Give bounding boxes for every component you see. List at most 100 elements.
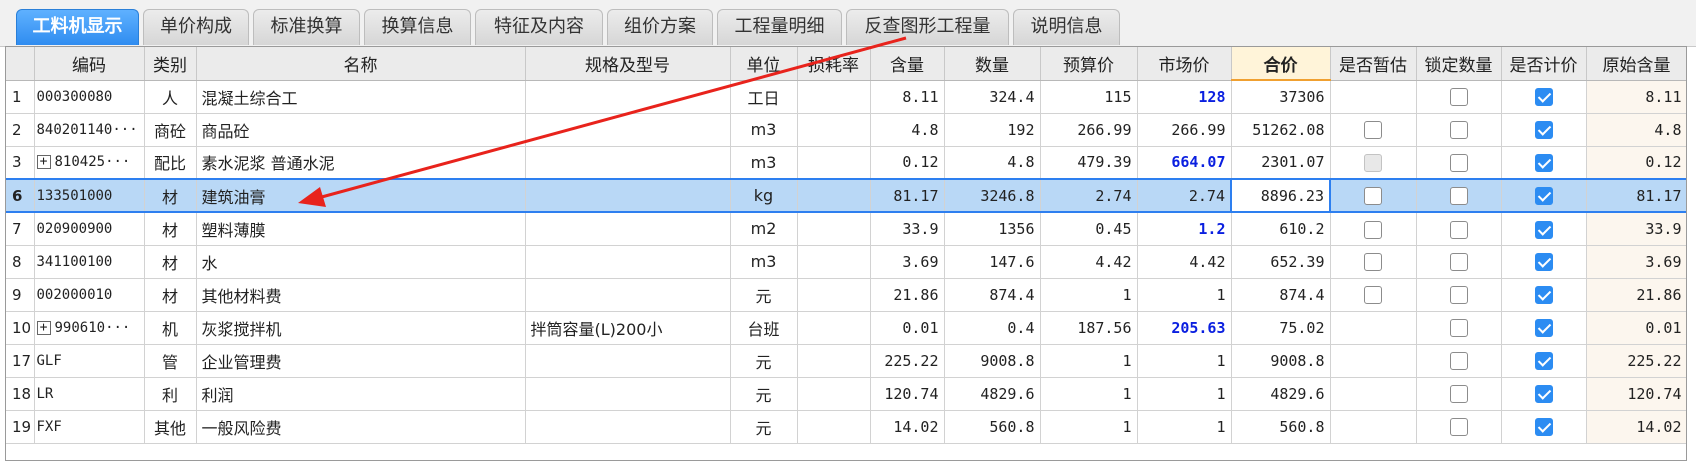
cell-qty[interactable]: 192 xyxy=(944,113,1041,147)
cell-loss[interactable] xyxy=(797,344,871,378)
cell-lock-qty[interactable] xyxy=(1416,377,1502,411)
cell-priced[interactable] xyxy=(1501,80,1587,114)
cell-content[interactable]: 225.22 xyxy=(870,344,945,378)
cell-rownum[interactable]: 19 xyxy=(6,410,35,444)
cell-category[interactable]: 材 xyxy=(144,212,197,246)
cell-content[interactable]: 4.8 xyxy=(870,113,945,147)
cell-orig-content[interactable]: 8.11 xyxy=(1586,80,1686,114)
col-header-market-price[interactable]: 市场价 xyxy=(1137,47,1232,81)
cell-lock-qty[interactable] xyxy=(1416,146,1502,180)
cell-rownum[interactable]: 10 xyxy=(6,311,35,345)
cell-unit[interactable]: m3 xyxy=(730,245,798,279)
lock-qty-checkbox[interactable] xyxy=(1449,88,1468,107)
cell-lock-qty[interactable] xyxy=(1416,212,1502,246)
cell-orig-content[interactable]: 120.74 xyxy=(1586,377,1686,411)
cell-loss[interactable] xyxy=(797,377,871,411)
cell-provisional[interactable] xyxy=(1330,146,1417,180)
cell-priced[interactable] xyxy=(1501,278,1587,312)
col-header-content[interactable]: 含量 xyxy=(870,47,945,81)
cell-content[interactable]: 3.69 xyxy=(870,245,945,279)
cell-qty[interactable]: 1356 xyxy=(944,212,1041,246)
cell-market-price[interactable]: 1 xyxy=(1137,344,1232,378)
cell-content[interactable]: 120.74 xyxy=(870,377,945,411)
cell-qty[interactable]: 324.4 xyxy=(944,80,1041,114)
cell-rownum[interactable]: 2 xyxy=(6,113,35,147)
table-row[interactable]: 2 840201140··· 商砼 商品砼 m3 4.8 192 266.99 266.99 51… xyxy=(6,113,1686,147)
col-header-unit[interactable]: 单位 xyxy=(730,47,798,81)
cell-unit[interactable]: 元 xyxy=(730,344,798,378)
cell-market-price[interactable]: 4.42 xyxy=(1137,245,1232,279)
cell-market-price[interactable]: 1 xyxy=(1137,377,1232,411)
cell-qty[interactable]: 0.4 xyxy=(944,311,1041,345)
cell-provisional[interactable] xyxy=(1330,178,1417,213)
col-header-spec[interactable]: 规格及型号 xyxy=(525,47,731,81)
cell-loss[interactable] xyxy=(797,178,871,213)
cell-unit[interactable]: m3 xyxy=(730,146,798,180)
cell-total[interactable]: 2301.07 xyxy=(1231,146,1331,180)
cell-loss[interactable] xyxy=(797,146,871,180)
cell-code[interactable]: +810425··· xyxy=(34,146,145,180)
tab-quantity-detail[interactable]: 工程量明细 xyxy=(717,9,842,45)
cell-total[interactable]: 75.02 xyxy=(1231,311,1331,345)
provisional-checkbox[interactable] xyxy=(1364,121,1382,140)
cell-spec[interactable] xyxy=(525,278,731,312)
cell-category[interactable]: 利 xyxy=(144,377,197,411)
table-row[interactable]: 7 020900900 材塑料薄膜 m2 33.9 1356 0.45 1.2 610.2 33.… xyxy=(6,212,1686,246)
col-header-lock-qty[interactable]: 锁定数量 xyxy=(1416,47,1502,81)
cell-unit[interactable]: kg xyxy=(730,178,798,213)
col-header-budget-price[interactable]: 预算价 xyxy=(1040,47,1138,81)
cell-total[interactable]: 4829.6 xyxy=(1231,377,1331,411)
cell-loss[interactable] xyxy=(797,113,871,147)
table-row[interactable]: 8 341100100 材水 m3 3.69 147.6 4.42 4.42 652.39 3.6… xyxy=(6,245,1686,279)
lock-qty-checkbox[interactable] xyxy=(1449,154,1468,172)
cell-market-price[interactable]: 266.99 xyxy=(1137,113,1232,147)
cell-category[interactable]: 材 xyxy=(144,178,197,213)
cell-provisional[interactable] xyxy=(1330,113,1417,147)
provisional-checkbox[interactable] xyxy=(1364,253,1382,272)
cell-category[interactable]: 材 xyxy=(144,278,197,312)
lock-qty-checkbox[interactable] xyxy=(1449,286,1468,305)
cell-market-price[interactable]: 1 xyxy=(1137,410,1232,444)
cell-rownum[interactable]: 18 xyxy=(6,377,35,411)
cell-content[interactable]: 33.9 xyxy=(870,212,945,246)
tab-material-display[interactable]: 工料机显示 xyxy=(16,9,139,45)
cell-rownum[interactable]: 9 xyxy=(6,278,35,312)
cell-market-price[interactable]: 205.63 xyxy=(1137,311,1232,345)
cell-category[interactable]: 管 xyxy=(144,344,197,378)
cell-spec[interactable] xyxy=(525,146,731,180)
cell-priced[interactable] xyxy=(1501,410,1587,444)
cell-name[interactable]: 混凝土综合工 xyxy=(196,80,526,114)
lock-qty-checkbox[interactable] xyxy=(1449,187,1468,206)
cell-budget-price[interactable]: 187.56 xyxy=(1040,311,1138,345)
cell-orig-content[interactable]: 3.69 xyxy=(1586,245,1686,279)
cell-provisional[interactable] xyxy=(1330,80,1417,114)
cell-lock-qty[interactable] xyxy=(1416,410,1502,444)
priced-checkbox[interactable] xyxy=(1534,220,1553,239)
cell-content[interactable]: 81.17 xyxy=(870,178,945,213)
cell-name[interactable]: 塑料薄膜 xyxy=(196,212,526,246)
cell-market-price[interactable]: 1 xyxy=(1137,278,1232,312)
cell-qty[interactable]: 874.4 xyxy=(944,278,1041,312)
cell-unit[interactable]: 元 xyxy=(730,410,798,444)
col-header-name[interactable]: 名称 xyxy=(196,47,526,81)
cell-name[interactable]: 其他材料费 xyxy=(196,278,526,312)
table-row[interactable]: 10 +990610··· 机灰浆搅拌机 拌筒容量(L)200小 台班 0.01 0.4 18… xyxy=(6,311,1686,345)
cell-unit[interactable]: 元 xyxy=(730,377,798,411)
cell-orig-content[interactable]: 21.86 xyxy=(1586,278,1686,312)
cell-market-price[interactable]: 128 xyxy=(1137,80,1232,114)
lock-qty-checkbox[interactable] xyxy=(1449,220,1468,239)
cell-priced[interactable] xyxy=(1501,245,1587,279)
cell-provisional[interactable] xyxy=(1330,311,1417,345)
cell-orig-content[interactable]: 14.02 xyxy=(1586,410,1686,444)
cell-rownum[interactable]: 8 xyxy=(6,245,35,279)
cell-rownum[interactable]: 1 xyxy=(6,80,35,114)
cell-name[interactable]: 商品砼 xyxy=(196,113,526,147)
col-header-code[interactable]: 编码 xyxy=(34,47,145,81)
cell-code[interactable]: 133501000 xyxy=(34,178,145,213)
cell-rownum[interactable]: 6 xyxy=(6,178,35,213)
cell-budget-price[interactable]: 1 xyxy=(1040,410,1138,444)
priced-checkbox[interactable] xyxy=(1534,418,1553,437)
tab-standard-conversion[interactable]: 标准换算 xyxy=(253,9,360,45)
provisional-checkbox[interactable] xyxy=(1364,286,1382,305)
priced-checkbox[interactable] xyxy=(1534,286,1553,305)
